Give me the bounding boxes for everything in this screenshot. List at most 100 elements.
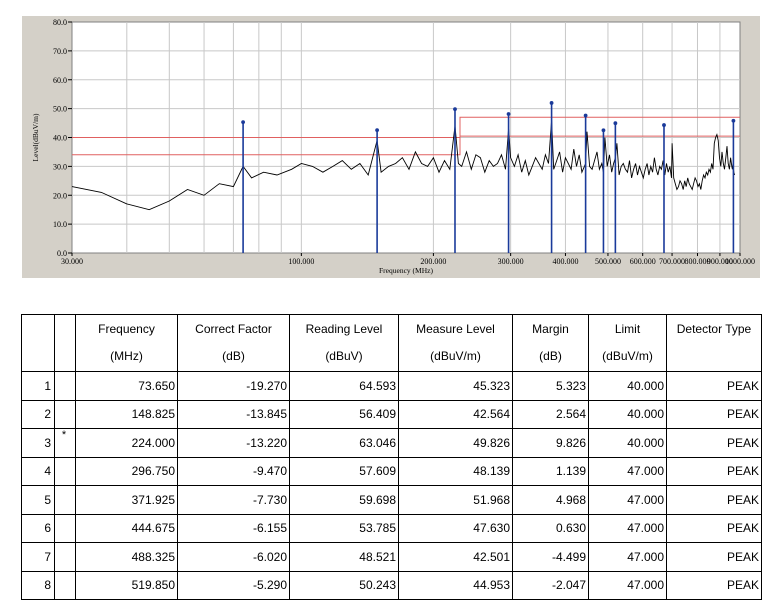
column-header-unit: (dBuV) — [325, 349, 363, 363]
row-index: 2 — [21, 399, 55, 429]
table-header-row: Frequency (MHz) Correct Factor (dB) Reading … — [21, 314, 762, 372]
reading-level-cell: 57.609 — [289, 456, 399, 486]
row-mark — [54, 371, 76, 401]
x-axis-title: Frequency (MHz) — [379, 266, 433, 275]
limit-cell: 47.000 — [588, 570, 667, 600]
column-header-label: Margin — [532, 322, 569, 336]
limit-cell: 47.000 — [588, 456, 667, 486]
limit-cell: 47.000 — [588, 485, 667, 515]
table-row: 1 73.650 -19.270 64.593 45.323 5.323 40.000 PEA… — [21, 371, 762, 401]
row-index: 7 — [21, 542, 55, 572]
column-header-unit: (dB) — [222, 349, 245, 363]
margin-cell: -2.047 — [512, 570, 589, 600]
table-row: 4 296.750 -9.470 57.609 48.139 1.139 47.000 PEA… — [21, 456, 762, 486]
row-mark — [54, 399, 76, 429]
peak-marker-point — [583, 113, 588, 118]
correct-factor-cell: -19.270 — [177, 371, 290, 401]
reading-level-cell: 53.785 — [289, 513, 399, 543]
table-row: 8 519.850 -5.290 50.243 44.953 -2.047 47.000 PE… — [21, 570, 762, 600]
measure-level-cell: 49.826 — [398, 428, 513, 458]
column-header: Frequency (MHz) — [75, 314, 178, 372]
x-tick-label: 600.000 — [630, 257, 656, 266]
row-mark: * — [54, 428, 76, 458]
column-header-label: Measure Level — [416, 322, 495, 336]
peak-marker-point — [549, 101, 554, 105]
column-header-label: Correct Factor — [195, 322, 272, 336]
peak-data-table: Frequency (MHz) Correct Factor (dB) Reading … — [21, 314, 762, 600]
table-row: 5 371.925 -7.730 59.698 51.968 4.968 47.000 PEA… — [21, 485, 762, 515]
row-mark — [54, 513, 76, 543]
limit-cell: 40.000 — [588, 371, 667, 401]
margin-cell: 0.630 — [512, 513, 589, 543]
table-body: 1 73.650 -19.270 64.593 45.323 5.323 40.000 PEA… — [21, 371, 762, 600]
detector-type-cell: PEAK — [666, 542, 762, 572]
margin-cell: 5.323 — [512, 371, 589, 401]
correct-factor-cell: -6.020 — [177, 542, 290, 572]
peak-marker-point — [731, 118, 736, 123]
detector-type-cell: PEAK — [666, 456, 762, 486]
table-row: 7 488.325 -6.020 48.521 42.501 -4.499 47.000 PE… — [21, 542, 762, 572]
margin-cell: -4.499 — [512, 542, 589, 572]
row-mark — [54, 570, 76, 600]
row-index: 4 — [21, 456, 55, 486]
limit-cell: 47.000 — [588, 542, 667, 572]
detector-type-cell: PEAK — [666, 570, 762, 600]
row-index: 8 — [21, 570, 55, 600]
frequency-cell: 148.825 — [75, 399, 178, 429]
y-tick-label: 10.0 — [53, 220, 67, 229]
detector-type-cell: PEAK — [666, 428, 762, 458]
row-mark — [54, 456, 76, 486]
correct-factor-cell: -5.290 — [177, 570, 290, 600]
limit-cell: 47.000 — [588, 513, 667, 543]
correct-factor-cell: -9.470 — [177, 456, 290, 486]
column-header-label: Frequency — [98, 322, 155, 336]
column-header-label: Limit — [614, 322, 641, 336]
margin-cell: 9.826 — [512, 428, 589, 458]
correct-factor-cell: -7.730 — [177, 485, 290, 515]
x-tick-label: 1000.000 — [725, 257, 755, 266]
peak-marker-point — [613, 121, 618, 126]
measure-level-cell: 47.630 — [398, 513, 513, 543]
spectrum-chart: 0.010.020.030.040.050.060.070.080.030.00… — [31, 18, 755, 275]
column-header — [54, 314, 76, 372]
measure-level-cell: 42.564 — [398, 399, 513, 429]
margin-cell: 2.564 — [512, 399, 589, 429]
spectrum-chart-panel: 0.0 10.0 20.0 30.0 40.0 50.0 60.0 70.0 80.0 30.00… — [22, 16, 760, 278]
y-tick-label: 80.0 — [53, 18, 67, 27]
table-row: 3 * 224.000 -13.220 63.046 49.826 9.826 40.000 P… — [21, 428, 762, 458]
frequency-cell: 224.000 — [75, 428, 178, 458]
column-header-label: Detector Type — [676, 322, 752, 336]
y-tick-label: 60.0 — [53, 76, 67, 85]
frequency-cell: 519.850 — [75, 570, 178, 600]
x-tick-label: 200.000 — [420, 257, 446, 266]
table-row: 2 148.825 -13.845 56.409 42.564 2.564 40.000 PE… — [21, 399, 762, 429]
y-axis-title: Level(dBuV/m) — [31, 113, 40, 161]
peak-marker-point — [375, 128, 380, 132]
reading-level-cell: 48.521 — [289, 542, 399, 572]
column-header-unit: (dBuV/m) — [602, 349, 653, 363]
y-tick-label: 70.0 — [53, 47, 67, 56]
frequency-cell: 73.650 — [75, 371, 178, 401]
column-header-unit: (dBuV/m) — [430, 349, 481, 363]
reading-level-cell: 59.698 — [289, 485, 399, 515]
y-tick-label: 20.0 — [53, 191, 67, 200]
column-header: Detector Type — [666, 314, 762, 372]
correct-factor-cell: -13.845 — [177, 399, 290, 429]
row-index: 1 — [21, 371, 55, 401]
limit-cell: 40.000 — [588, 428, 667, 458]
reading-level-cell: 56.409 — [289, 399, 399, 429]
column-header-unit: (MHz) — [110, 349, 143, 363]
y-tick-label: 40.0 — [53, 134, 67, 143]
correct-factor-cell: -6.155 — [177, 513, 290, 543]
x-tick-label: 700.000 — [659, 257, 685, 266]
row-mark — [54, 485, 76, 515]
reading-level-cell: 64.593 — [289, 371, 399, 401]
reading-level-cell: 63.046 — [289, 428, 399, 458]
measure-level-cell: 48.139 — [398, 456, 513, 486]
row-index: 3 — [21, 428, 55, 458]
margin-cell: 4.968 — [512, 485, 589, 515]
column-header: Reading Level (dBuV) — [289, 314, 399, 372]
x-tick-label: 500.000 — [595, 257, 621, 266]
frequency-cell: 444.675 — [75, 513, 178, 543]
column-header: Measure Level (dBuV/m) — [398, 314, 513, 372]
